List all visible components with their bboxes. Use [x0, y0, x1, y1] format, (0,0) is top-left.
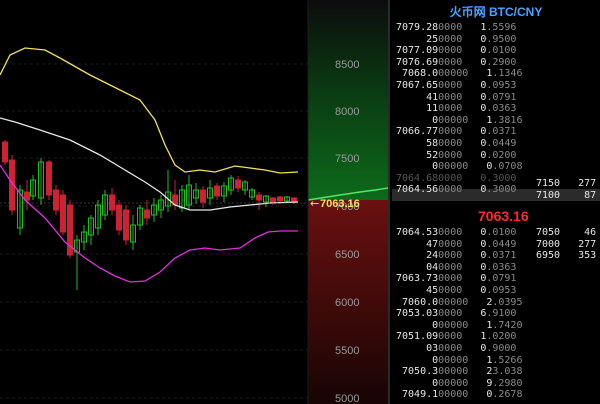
candle-body	[24, 191, 30, 201]
bid-row: 7064.530000 0.0100	[396, 227, 517, 238]
ask-row: 7064.560000 0.3000	[396, 184, 517, 196]
bid-row: 7049.100000 0.2678	[396, 389, 523, 401]
candle-body	[144, 209, 150, 219]
ask-row: 000000 0.0708	[396, 161, 523, 173]
candle-body	[2, 141, 8, 163]
ask-row: 110000 0.0363	[396, 103, 517, 115]
candle-body	[200, 189, 206, 203]
ask-row: 410000 0.0791	[396, 91, 517, 103]
ask-row: 7079.280000 1.5596	[396, 22, 517, 33]
depth-ask-area	[308, 0, 388, 200]
ask-row: 7064.680000 0.3000	[396, 172, 517, 184]
ask-row: 000000 1.3816	[396, 114, 523, 126]
ask-row: 520000 0.0200	[396, 149, 517, 161]
candle-body	[256, 194, 262, 201]
bid-row: 7051.090000 1.0200	[396, 331, 517, 343]
candle-body	[214, 185, 220, 197]
current-price-label: 7063.16	[320, 198, 360, 210]
y-axis-label: 7500	[335, 153, 359, 165]
candle-body	[60, 194, 66, 233]
agg-ask-row: 7100 87	[536, 189, 597, 201]
bid-row: 7063.730000 0.0791	[396, 273, 517, 285]
ask-row: 7077.090000 0.0100	[396, 45, 517, 57]
y-axis-label: 6500	[335, 249, 359, 261]
market-title: 火币网 BTC/CNY	[449, 5, 543, 19]
y-axis-label: 5000	[335, 393, 359, 404]
y-axis-label: 6000	[335, 297, 359, 309]
current-price-arrow: ←	[310, 197, 319, 210]
candle-body	[277, 196, 283, 202]
candle-body	[291, 197, 297, 203]
candle-body	[270, 197, 276, 203]
candle-body	[123, 209, 129, 241]
agg-bid-row: 7050 46	[536, 227, 597, 238]
ma-line-white	[0, 117, 299, 211]
candle-body	[109, 194, 115, 211]
bid-row: 000000 9.2980	[396, 377, 523, 389]
ask-row: 7066.770000 0.0371	[396, 126, 517, 138]
bid-row: 040000 0.0363	[396, 261, 517, 273]
ask-row: 7076.690000 0.2900	[396, 56, 517, 68]
candle-body	[53, 189, 59, 211]
candle-body	[116, 204, 122, 231]
bid-row: 450000 0.0953	[396, 285, 517, 296]
ask-row: 7068.000000 1.1346	[396, 68, 523, 80]
ma-line-magenta	[0, 164, 298, 283]
ask-row: 7067.650000 0.0953	[396, 80, 517, 91]
last-price: 7063.16	[478, 208, 529, 224]
y-axis-label: 8500	[335, 59, 359, 71]
bid-row: 7050.300000 23.038	[396, 366, 523, 378]
agg-bid-row: 6950 353	[536, 250, 597, 262]
bid-row: 000000 1.5266	[396, 354, 523, 366]
bid-row: 000000 1.7420	[396, 319, 523, 331]
agg-bid-row: 7000 277	[536, 238, 597, 250]
bid-row: 7060.000000 2.0395	[396, 296, 523, 308]
candle-body	[235, 179, 241, 189]
candle-body	[46, 161, 52, 196]
bid-row: 470000 0.0449	[396, 238, 517, 250]
ask-row: 250000 0.9500	[396, 33, 517, 45]
y-axis-label: 8000	[335, 106, 359, 118]
y-axis-label: 5500	[335, 345, 359, 357]
ask-row: 580000 0.0449	[396, 138, 517, 149]
bid-row: 030000 0.9000	[396, 343, 517, 354]
bid-row: 240000 0.0371	[396, 250, 517, 262]
agg-ask-row: 7150 277	[536, 178, 597, 189]
bid-row: 7053.030000 6.9100	[396, 308, 517, 320]
